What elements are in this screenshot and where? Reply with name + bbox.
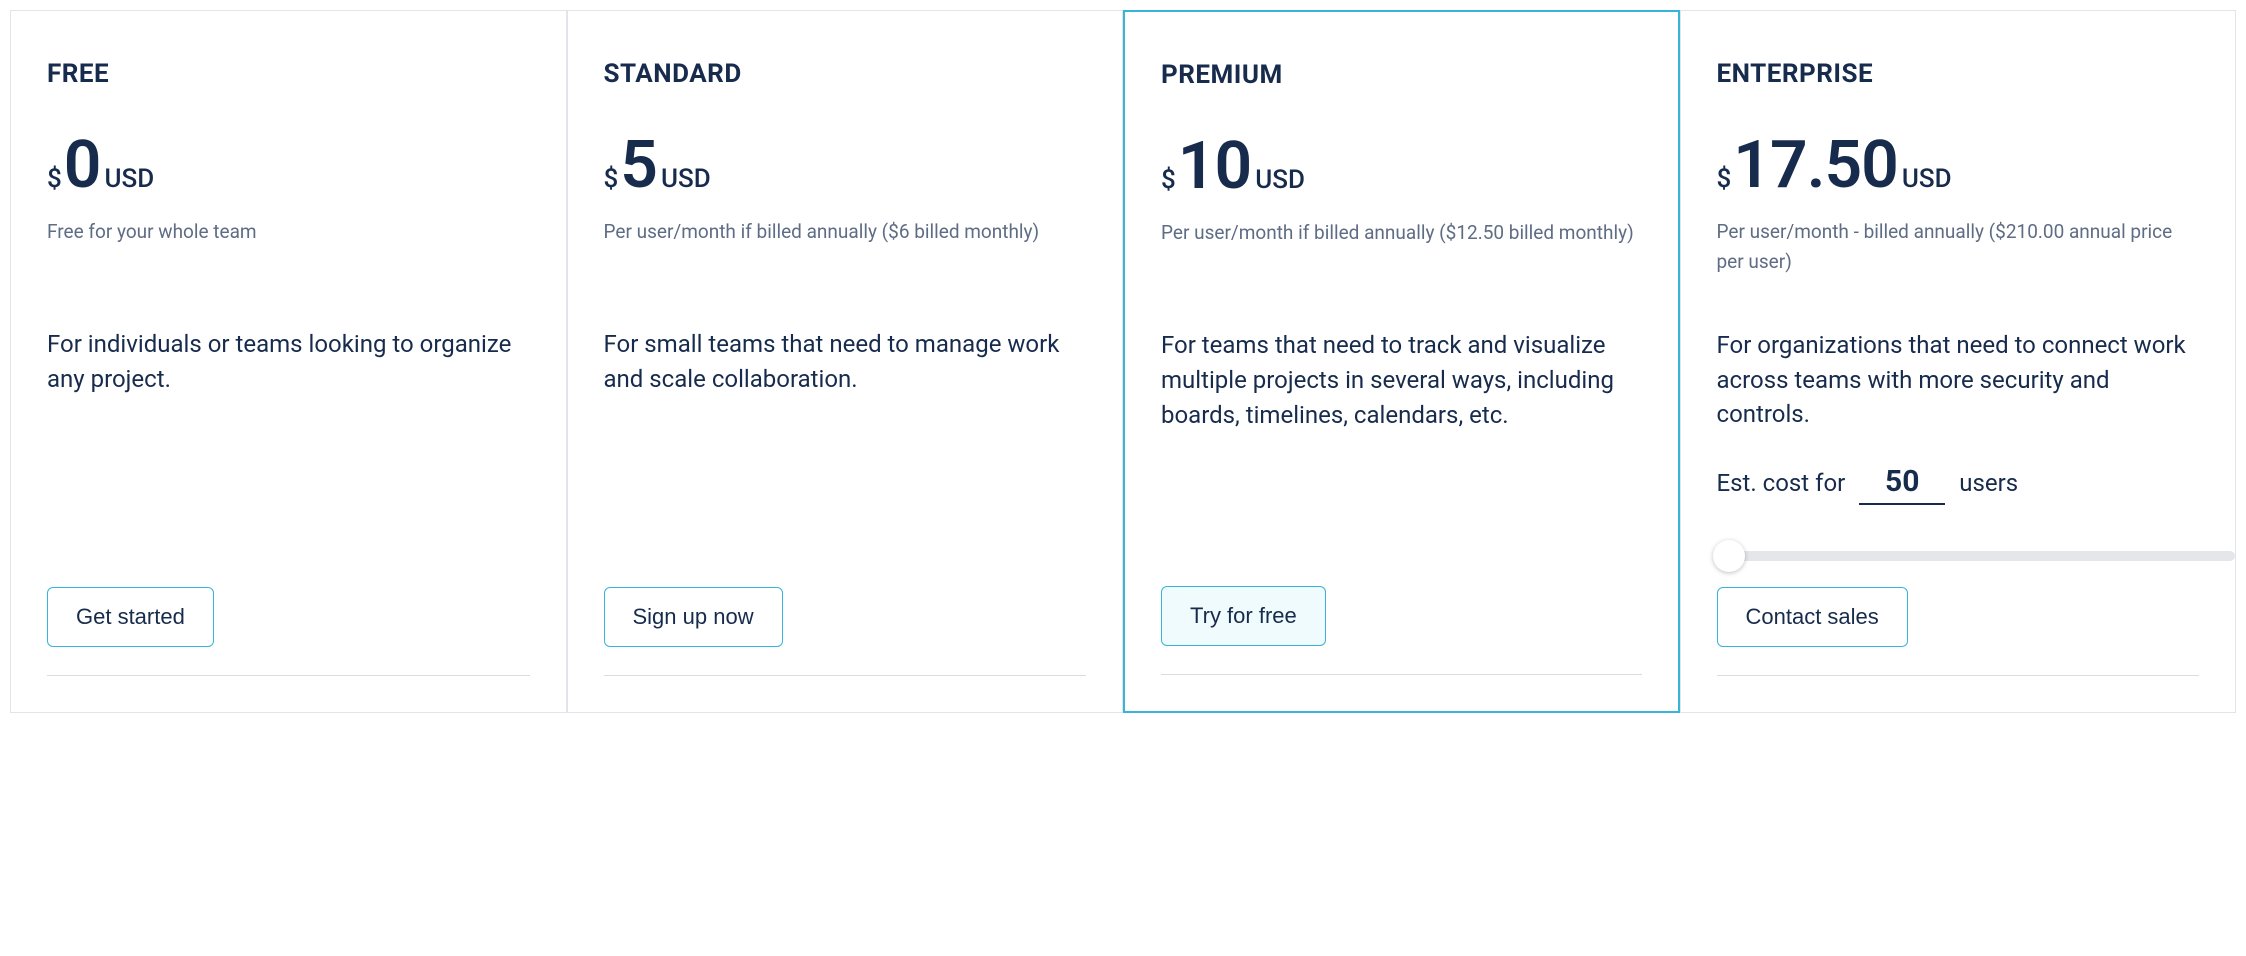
currency-symbol: $ xyxy=(1717,164,1732,194)
currency-symbol: $ xyxy=(1161,165,1176,195)
est-cost-value: 50 xyxy=(1859,464,1945,505)
divider xyxy=(1717,675,2200,676)
currency-symbol: $ xyxy=(47,164,62,194)
price-currency: USD xyxy=(1255,165,1305,195)
plan-card-premium: PREMIUM $ 10 USD Per user/month if bille… xyxy=(1123,10,1680,713)
user-count-slider[interactable] xyxy=(1717,545,2236,567)
price-row: $ 5 USD xyxy=(604,133,1087,199)
divider xyxy=(1161,674,1642,675)
plan-card-standard: STANDARD $ 5 USD Per user/month if bille… xyxy=(567,10,1124,713)
price-row: $ 17.50 USD xyxy=(1717,133,2200,199)
price-amount: 5 xyxy=(620,133,657,199)
contact-sales-button[interactable]: Contact sales xyxy=(1717,587,1908,647)
billing-note: Per user/month if billed annually ($6 bi… xyxy=(604,217,1087,277)
plan-title: STANDARD xyxy=(604,59,1087,89)
plan-description: For individuals or teams looking to orga… xyxy=(47,327,530,397)
billing-note: Per user/month if billed annually ($12.5… xyxy=(1161,218,1642,278)
slider-thumb[interactable] xyxy=(1713,540,1745,572)
pricing-grid: FREE $ 0 USD Free for your whole team Fo… xyxy=(10,10,2236,713)
plan-card-enterprise: ENTERPRISE $ 17.50 USD Per user/month - … xyxy=(1680,10,2237,713)
price-amount: 0 xyxy=(64,133,101,199)
billing-note: Free for your whole team xyxy=(47,217,530,277)
plan-title: PREMIUM xyxy=(1161,60,1642,90)
get-started-button[interactable]: Get started xyxy=(47,587,214,647)
plan-card-free: FREE $ 0 USD Free for your whole team Fo… xyxy=(10,10,567,713)
billing-note: Per user/month - billed annually ($210.0… xyxy=(1717,217,2200,278)
est-cost-suffix: users xyxy=(1959,469,2018,497)
plan-title: FREE xyxy=(47,59,530,89)
try-for-free-button[interactable]: Try for free xyxy=(1161,586,1326,646)
price-amount: 17.50 xyxy=(1733,133,1898,199)
divider xyxy=(604,675,1087,676)
slider-track xyxy=(1717,551,2236,561)
sign-up-now-button[interactable]: Sign up now xyxy=(604,587,783,647)
price-currency: USD xyxy=(1902,164,1952,194)
plan-title: ENTERPRISE xyxy=(1717,59,2200,89)
plan-description: For organizations that need to connect w… xyxy=(1717,328,2200,432)
currency-symbol: $ xyxy=(604,164,619,194)
price-row: $ 10 USD xyxy=(1161,134,1642,200)
price-currency: USD xyxy=(105,164,155,194)
plan-description: For small teams that need to manage work… xyxy=(604,327,1087,397)
price-currency: USD xyxy=(661,164,711,194)
est-cost-prefix: Est. cost for xyxy=(1717,469,1846,497)
plan-description: For teams that need to track and visuali… xyxy=(1161,328,1642,432)
divider xyxy=(47,675,530,676)
price-row: $ 0 USD xyxy=(47,133,530,199)
est-cost-row: Est. cost for 50 users xyxy=(1717,464,2200,505)
price-amount: 10 xyxy=(1178,134,1251,200)
